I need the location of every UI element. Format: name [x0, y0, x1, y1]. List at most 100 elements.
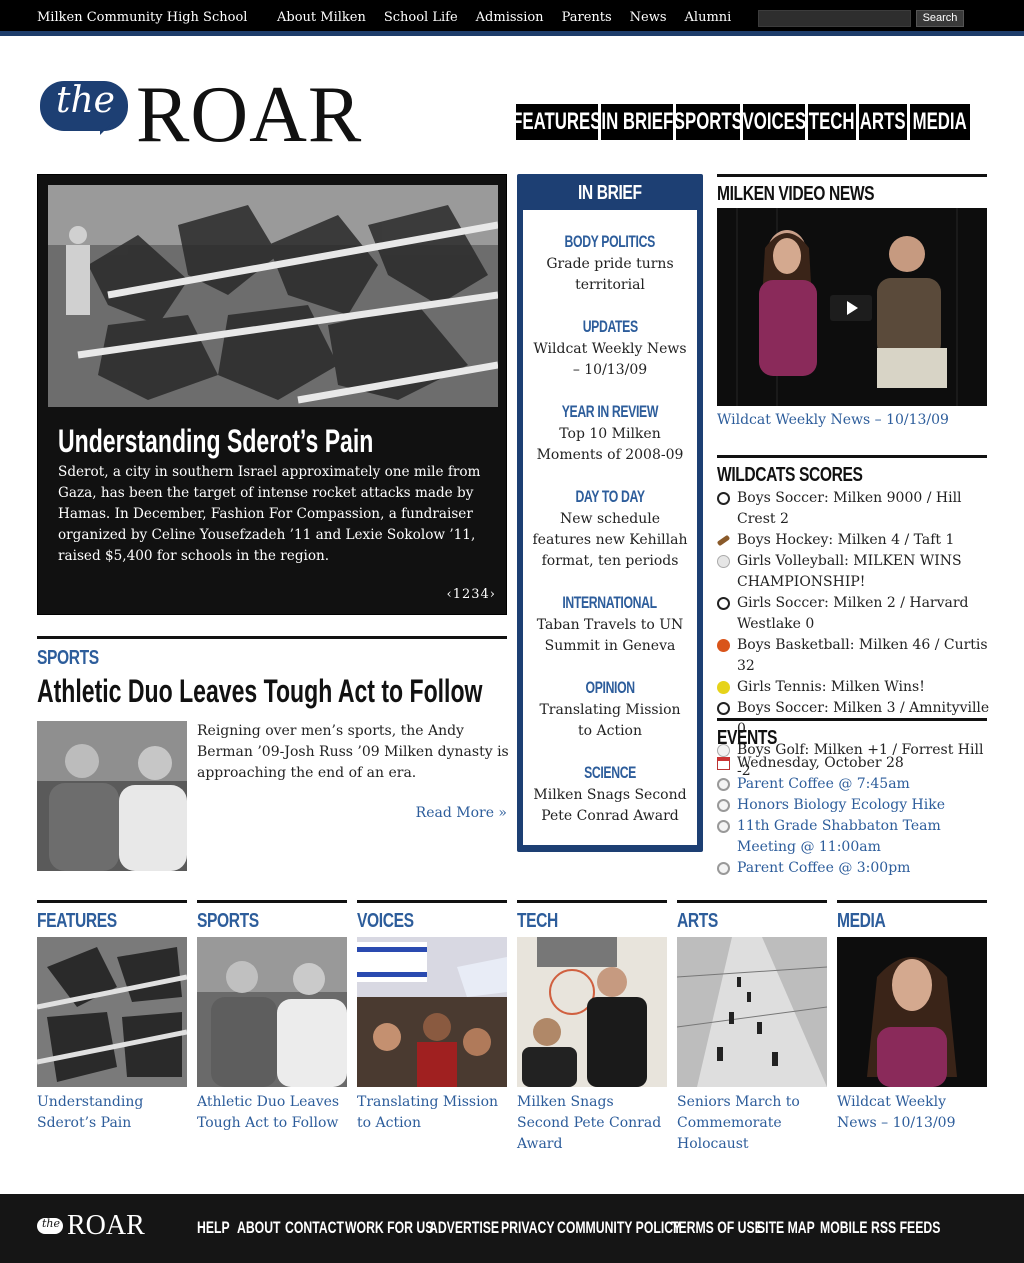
footer-site-map[interactable]: SITE MAP	[757, 1218, 815, 1238]
top-nav-admission[interactable]: Admission	[476, 10, 544, 25]
brief-item[interactable]: UPDATES Wildcat Weekly News – 10/13/09	[523, 317, 697, 381]
score-item: Girls Soccer: Milken 2 / Harvard Westlak…	[717, 593, 992, 635]
event-date: Wednesday, October 28	[717, 753, 992, 774]
featured-photo[interactable]	[48, 185, 498, 407]
sports-story-title[interactable]: Athletic Duo Leaves Tough Act to Follow	[37, 673, 482, 710]
section-thumbnail[interactable]	[197, 937, 347, 1087]
search-button[interactable]: Search	[916, 10, 964, 27]
hockey-stick-icon	[716, 534, 731, 547]
top-nav-news[interactable]: News	[630, 10, 667, 25]
footer-community-policy[interactable]: COMMUNITY POLICY	[557, 1218, 681, 1238]
brief-item[interactable]: OPINION Translating Mission to Action	[523, 678, 697, 742]
soccer-ball-icon	[717, 492, 730, 505]
events-list: Wednesday, October 28 Parent Coffee @ 7:…	[717, 753, 992, 879]
school-link[interactable]: Milken Community High School	[37, 10, 247, 25]
brief-item[interactable]: INTERNATIONAL Taban Travels to UN Summit …	[523, 593, 697, 657]
section-heading[interactable]: VOICES	[357, 908, 507, 933]
nav-arts[interactable]: ARTS	[859, 104, 907, 140]
event-item[interactable]: Parent Coffee @ 7:45am	[717, 774, 992, 795]
soccer-ball-icon	[717, 597, 730, 610]
top-nav-school-life[interactable]: School Life	[384, 10, 458, 25]
tennis-ball-icon	[717, 681, 730, 694]
section-thumbnail[interactable]	[517, 937, 667, 1087]
section-heading[interactable]: TECH	[517, 908, 667, 933]
nav-in-brief[interactable]: IN BRIEF	[601, 104, 673, 140]
search-input[interactable]	[758, 10, 911, 27]
footer-work-for-us[interactable]: WORK FOR US	[345, 1218, 433, 1238]
clock-icon	[717, 799, 730, 812]
section-tech: TECH Milken Snags Second Pete Conrad Awa…	[517, 900, 667, 1160]
section-caption[interactable]: Translating Mission to Action	[357, 1092, 509, 1134]
section-voices: VOICES Translating Mission to Action	[357, 900, 507, 1160]
clock-icon	[717, 862, 730, 875]
footer-about[interactable]: ABOUT	[237, 1218, 281, 1238]
in-brief-list: BODY POLITICS Grade pride turns territori…	[523, 210, 697, 845]
featured-body: Sderot, a city in southern Israel approx…	[58, 464, 481, 564]
top-bar: Milken Community High School About Milke…	[0, 0, 1024, 36]
score-item: Boys Hockey: Milken 4 / Taft 1	[716, 530, 992, 551]
section-caption[interactable]: Wildcat Weekly News – 10/13/09	[837, 1092, 989, 1134]
sports-story-thumbnail[interactable]	[37, 721, 187, 871]
video-player[interactable]	[717, 208, 987, 406]
featured-title[interactable]: Understanding Sderot’s Pain	[58, 423, 373, 460]
section-caption[interactable]: Athletic Duo Leaves Tough Act to Follow	[197, 1092, 349, 1134]
top-nav: About Milken School Life Admission Paren…	[277, 10, 749, 25]
nav-media[interactable]: MEDIA	[910, 104, 970, 140]
score-item: Girls Volleyball: MILKEN WINS CHAMPIONSH…	[717, 551, 992, 593]
nav-voices[interactable]: VOICES	[743, 104, 805, 140]
score-item: Boys Soccer: Milken 9000 / Hill Crest 2	[717, 488, 992, 530]
video-heading: MILKEN VIDEO NEWS	[717, 174, 987, 206]
nav-tech[interactable]: TECH	[808, 104, 856, 140]
logo-roar: ROAR	[136, 71, 363, 159]
footer-help[interactable]: HELP	[197, 1218, 230, 1238]
footer-terms[interactable]: TERMS OF USE	[671, 1218, 763, 1238]
score-item: Girls Tennis: Milken Wins!	[717, 677, 992, 698]
section-heading[interactable]: SPORTS	[197, 908, 347, 933]
event-item[interactable]: Honors Biology Ecology Hike	[717, 795, 992, 816]
footer-advertise[interactable]: ADVERTISE	[429, 1218, 499, 1238]
brief-item[interactable]: SCIENCE Milken Snags Second Pete Conrad A…	[523, 763, 697, 827]
featured-pager[interactable]: ‹1234›	[447, 587, 496, 602]
footer: the ROAR HELP ABOUT CONTACT WORK FOR US …	[0, 1194, 1024, 1263]
brief-item[interactable]: DAY TO DAY New schedule features new Kehi…	[523, 487, 697, 572]
nav-sports[interactable]: SPORTS	[676, 104, 740, 140]
footer-mobile[interactable]: MOBILE	[820, 1218, 868, 1238]
sports-kicker[interactable]: SPORTS	[37, 645, 116, 670]
site-logo[interactable]: the ROAR	[40, 71, 390, 159]
top-nav-alumni[interactable]: Alumni	[685, 10, 732, 25]
event-item[interactable]: 11th Grade Shabbaton Team Meeting @ 11:0…	[717, 816, 992, 858]
sports-story-excerpt: Reigning over men’s sports, the Andy Ber…	[197, 723, 509, 781]
footer-privacy[interactable]: PRIVACY	[501, 1218, 555, 1238]
section-thumbnail[interactable]	[357, 937, 507, 1087]
section-sports: SPORTS Athletic Duo Leaves Tough Act to …	[197, 900, 347, 1160]
read-more-link[interactable]: Read More »	[416, 805, 507, 821]
footer-contact[interactable]: CONTACT	[285, 1218, 344, 1238]
sports-story: SPORTS Athletic Duo Leaves Tough Act to …	[37, 636, 509, 871]
volleyball-icon	[717, 555, 730, 568]
brief-item[interactable]: YEAR IN REVIEW Top 10 Milken Moments of 2…	[523, 402, 697, 466]
footer-rss[interactable]: RSS FEEDS	[871, 1218, 940, 1238]
footer-logo[interactable]: the ROAR	[37, 1210, 147, 1242]
section-thumbnail[interactable]	[837, 937, 987, 1087]
video-caption-link[interactable]: Wildcat Weekly News – 10/13/09	[717, 412, 949, 428]
section-heading[interactable]: ARTS	[677, 908, 827, 933]
clock-icon	[717, 778, 730, 791]
top-nav-parents[interactable]: Parents	[562, 10, 612, 25]
nav-features[interactable]: FEATURES	[516, 104, 598, 140]
top-nav-about[interactable]: About Milken	[277, 10, 366, 25]
footer-nav: HELP ABOUT CONTACT WORK FOR US ADVERTISE…	[197, 1218, 940, 1238]
section-heading[interactable]: MEDIA	[837, 908, 987, 933]
featured-story: Understanding Sderot’s Pain Sderot, a ci…	[37, 174, 507, 615]
section-caption[interactable]: Milken Snags Second Pete Conrad Award	[517, 1092, 669, 1155]
section-caption[interactable]: Understanding Sderot’s Pain	[37, 1092, 189, 1134]
section-media: MEDIA Wildcat Weekly News – 10/13/09	[837, 900, 987, 1160]
section-thumbnail[interactable]	[677, 937, 827, 1087]
brief-item[interactable]: BODY POLITICS Grade pride turns territori…	[523, 232, 697, 296]
section-features: FEATURES Understanding Sderot’s Pain	[37, 900, 187, 1160]
section-caption[interactable]: Seniors March to Commemorate Holocaust	[677, 1092, 829, 1155]
event-item[interactable]: Parent Coffee @ 3:00pm	[717, 858, 992, 879]
section-heading[interactable]: FEATURES	[37, 908, 187, 933]
section-thumbnail[interactable]	[37, 937, 187, 1087]
main-nav: FEATURES IN BRIEF SPORTS VOICES TECH ART…	[516, 104, 970, 140]
logo-the: the	[56, 80, 115, 121]
